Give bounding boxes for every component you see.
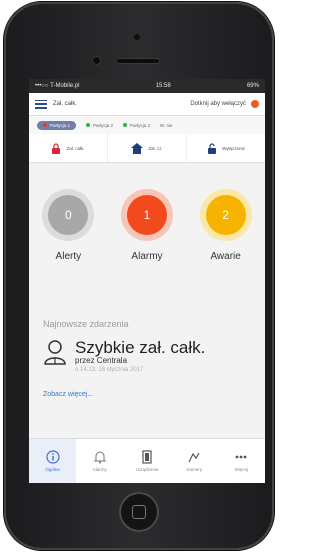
event-item[interactable]: Szybkie zał. całk. przez Centrala o 14:1…: [43, 339, 255, 373]
lock-icon: [52, 142, 61, 154]
menu-icon[interactable]: [35, 99, 47, 109]
unlock-icon: [208, 142, 217, 154]
counters: 0 Alerty 1 Alarmy 2 Awarie: [29, 189, 265, 262]
event-title: Szybkie zał. całk.: [75, 338, 206, 357]
carrier: •••○○ T-Mobile.pl: [35, 83, 80, 89]
alarms-counter[interactable]: 1 Alarmy: [119, 189, 175, 262]
tab-cameras[interactable]: Kamery: [171, 439, 218, 483]
alerts-counter[interactable]: 0 Alerty: [40, 189, 96, 262]
arm-hint[interactable]: Dotknij aby wełączyć: [190, 101, 246, 107]
status-dot-icon: [86, 123, 91, 127]
clock: 15:58: [155, 83, 171, 89]
partition-chip[interactable]: Partycja 1: [37, 120, 77, 130]
see-more-link[interactable]: Zobacz więcej...: [43, 391, 255, 398]
alarm-indicator-icon: [251, 100, 259, 108]
arm-full-button[interactable]: Zał. całk.: [29, 134, 108, 162]
disarm-button[interactable]: Wyłączenie: [187, 134, 265, 162]
tab-more[interactable]: Więcej: [218, 439, 265, 483]
info-icon: [45, 450, 60, 464]
counter-badge: 2: [205, 195, 246, 235]
event-source: przez Centrala: [75, 356, 128, 365]
counter-badge: 0: [48, 195, 89, 235]
partition-chip[interactable]: Partycja 2: [86, 123, 113, 128]
front-camera: [134, 34, 140, 40]
tab-devices[interactable]: Urządzenia: [123, 439, 170, 483]
tab-overview[interactable]: Ogólne: [29, 439, 77, 483]
status-bar: •••○○ T-Mobile.pl 15:58 69%: [29, 79, 265, 93]
counter-label: Awarie: [210, 251, 241, 262]
event-time: o 14:13, 16 stycznia 2017: [75, 367, 144, 373]
home-icon: [131, 142, 144, 154]
counter-halo: 2: [199, 189, 252, 241]
earpiece-speaker: [116, 58, 160, 64]
counter-label: Alarmy: [131, 251, 163, 262]
status-dot-icon: [43, 123, 47, 127]
top-bar: Zał. całk. Dotknij aby wełączyć: [29, 93, 265, 116]
arm-state-title: Zał. całk.: [53, 101, 78, 107]
tab-bar: Ogólne Alarmy Urządzenia Kamery Więcej: [29, 438, 265, 483]
bell-icon: [93, 451, 107, 464]
partition-chip[interactable]: Partycja 3: [123, 123, 150, 128]
status-dot-icon: [123, 123, 128, 127]
arm-actions: Zał. całk. Zał. cz. Wyłączenie: [29, 134, 265, 163]
section-header: Najnowsze zdarzenia: [43, 319, 129, 329]
app-screen: •••○○ T-Mobile.pl 15:58 69% Zał. całk. D…: [29, 79, 265, 483]
counter-halo: 1: [120, 189, 173, 241]
counter-halo: 0: [42, 189, 95, 241]
partition-bar: Partycja 1 Partycja 2 Partycja 3 W. nie: [29, 116, 265, 134]
arm-partial-button[interactable]: Zał. cz.: [108, 134, 187, 162]
counter-badge: 1: [126, 195, 167, 235]
partition-chip[interactable]: W. nie: [160, 123, 173, 128]
tab-alarms[interactable]: Alarmy: [76, 439, 123, 483]
camera-lens: [92, 56, 101, 65]
camera-icon: [188, 452, 200, 463]
more-icon: [236, 455, 247, 459]
recent-events: Najnowsze zdarzenia Szybkie zał. całk. p…: [43, 319, 255, 398]
home-button[interactable]: [119, 492, 159, 532]
faults-counter[interactable]: 2 Awarie: [198, 189, 254, 262]
user-icon: [44, 340, 66, 365]
door-icon: [142, 450, 152, 464]
battery: 69%: [246, 83, 259, 89]
counter-label: Alerty: [55, 251, 82, 262]
